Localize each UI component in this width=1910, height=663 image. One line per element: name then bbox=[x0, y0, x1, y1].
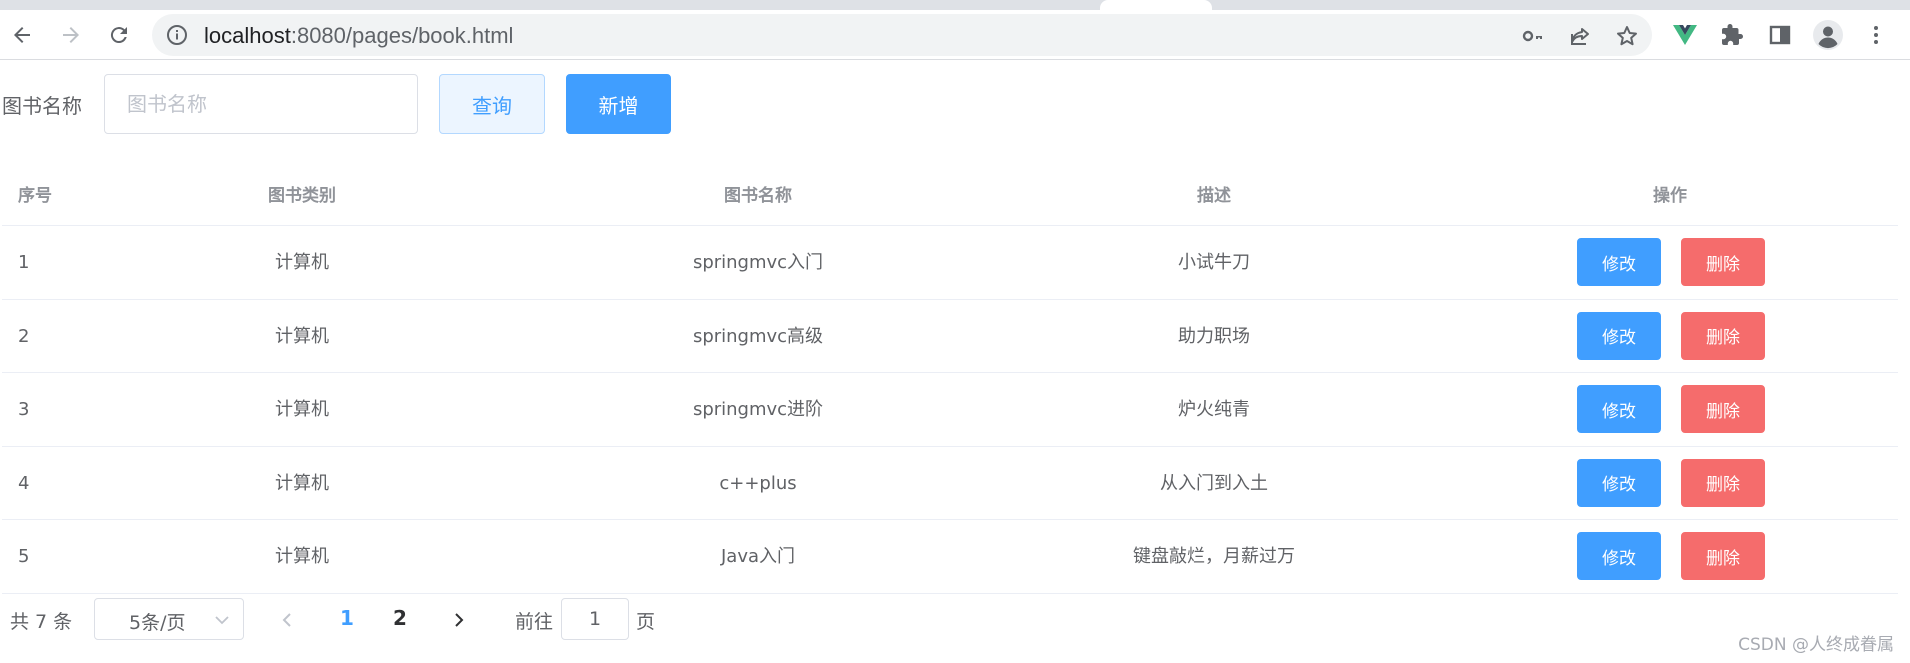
header-description: 描述 bbox=[1197, 186, 1231, 206]
edit-button[interactable]: 修改 bbox=[1577, 532, 1661, 580]
cell-index: 3 bbox=[18, 399, 30, 420]
side-panel-icon[interactable] bbox=[1763, 18, 1797, 52]
cell-index: 5 bbox=[18, 546, 30, 567]
cell-category: 计算机 bbox=[275, 252, 329, 273]
delete-button[interactable]: 删除 bbox=[1681, 385, 1765, 433]
more-vert-icon[interactable] bbox=[1859, 18, 1893, 52]
profile-icon[interactable] bbox=[1811, 18, 1845, 52]
info-icon[interactable] bbox=[166, 24, 188, 46]
page-size-select[interactable]: 5条/页 bbox=[94, 598, 244, 640]
page-size-value: 5条/页 bbox=[129, 612, 186, 634]
edit-button[interactable]: 修改 bbox=[1577, 311, 1661, 360]
cell-category: 计算机 bbox=[275, 546, 329, 567]
book-name-input[interactable] bbox=[104, 74, 418, 134]
watermark: CSDN @人终成眷属 bbox=[1738, 635, 1894, 655]
table-header: 序号 图书类别 图书名称 描述 操作 bbox=[2, 166, 1898, 226]
add-button[interactable]: 新增 bbox=[566, 74, 671, 134]
cell-book-name: springmvc高级 bbox=[692, 325, 824, 347]
url-text: localhost:8080/pages/book.html bbox=[204, 23, 513, 49]
delete-button[interactable]: 删除 bbox=[1681, 311, 1765, 360]
book-name-label: 图书名称 bbox=[2, 94, 82, 118]
cell-index: 1 bbox=[18, 252, 30, 273]
table-row: 5 计算机 Java入门 键盘敲烂，月薪过万 修改 删除 bbox=[2, 520, 1898, 594]
goto-page-input[interactable] bbox=[561, 598, 629, 640]
vue-devtools-icon[interactable] bbox=[1668, 18, 1702, 52]
cell-book-name: c++plus bbox=[719, 472, 797, 494]
cell-description: 小试牛刀 bbox=[1178, 252, 1250, 273]
cell-category: 计算机 bbox=[275, 399, 329, 420]
browser-toolbar: localhost:8080/pages/book.html bbox=[0, 10, 1910, 60]
cell-category: 计算机 bbox=[275, 325, 329, 347]
cell-description: 从入门到入土 bbox=[1160, 472, 1268, 494]
prev-page-icon[interactable] bbox=[276, 608, 300, 632]
cell-book-name: Java入门 bbox=[720, 546, 796, 567]
table-row: 2 计算机 springmvc高级 助力职场 修改 删除 bbox=[2, 300, 1898, 373]
cell-description: 键盘敲烂，月薪过万 bbox=[1133, 546, 1295, 567]
address-bar[interactable]: localhost:8080/pages/book.html bbox=[152, 14, 1652, 56]
cell-book-name: springmvc入门 bbox=[692, 252, 824, 273]
page-number-2[interactable]: 2 bbox=[393, 606, 407, 630]
cell-index: 2 bbox=[18, 325, 30, 347]
delete-button[interactable]: 删除 bbox=[1681, 238, 1765, 286]
active-tab[interactable] bbox=[1100, 0, 1212, 10]
url-path: :8080/pages/book.html bbox=[290, 23, 514, 48]
table-row: 3 计算机 springmvc进阶 炉火纯青 修改 删除 bbox=[2, 373, 1898, 447]
cell-description: 炉火纯青 bbox=[1178, 399, 1250, 420]
book-table: 序号 图书类别 图书名称 描述 操作 1 计算机 springmvc入门 小试牛… bbox=[2, 166, 1898, 594]
forward-arrow-icon[interactable] bbox=[54, 18, 88, 52]
star-icon[interactable] bbox=[1613, 22, 1641, 50]
search-form: 图书名称 查询 新增 bbox=[0, 74, 1000, 134]
total-count: 共 7 条 bbox=[10, 611, 73, 633]
cell-description: 助力职场 bbox=[1178, 325, 1250, 347]
goto-label: 前往 bbox=[515, 611, 554, 633]
cell-category: 计算机 bbox=[275, 472, 329, 494]
key-icon[interactable] bbox=[1519, 22, 1547, 50]
pagination: 共 7 条 5条/页 1 2 前往 页 bbox=[0, 598, 1000, 642]
header-index: 序号 bbox=[18, 186, 52, 206]
chevron-down-icon bbox=[213, 611, 231, 629]
page-number-1[interactable]: 1 bbox=[340, 606, 354, 630]
edit-button[interactable]: 修改 bbox=[1577, 385, 1661, 433]
header-category: 图书类别 bbox=[268, 186, 336, 206]
reload-icon[interactable] bbox=[102, 18, 136, 52]
cell-book-name: springmvc进阶 bbox=[692, 399, 824, 420]
next-page-icon[interactable] bbox=[446, 608, 470, 632]
table-row: 4 计算机 c++plus 从入门到入土 修改 删除 bbox=[2, 447, 1898, 520]
edit-button[interactable]: 修改 bbox=[1577, 458, 1661, 507]
query-button[interactable]: 查询 bbox=[439, 74, 545, 134]
tab-strip bbox=[0, 0, 1910, 10]
delete-button[interactable]: 删除 bbox=[1681, 532, 1765, 580]
page-suffix-label: 页 bbox=[636, 611, 656, 633]
back-arrow-icon[interactable] bbox=[5, 18, 39, 52]
puzzle-icon[interactable] bbox=[1715, 18, 1749, 52]
header-operations: 操作 bbox=[1653, 186, 1687, 206]
url-host: localhost bbox=[204, 23, 291, 48]
cell-index: 4 bbox=[18, 472, 30, 494]
table-row: 1 计算机 springmvc入门 小试牛刀 修改 删除 bbox=[2, 226, 1898, 300]
edit-button[interactable]: 修改 bbox=[1577, 238, 1661, 286]
header-book-name: 图书名称 bbox=[724, 186, 792, 206]
share-icon[interactable] bbox=[1566, 22, 1594, 50]
delete-button[interactable]: 删除 bbox=[1681, 458, 1765, 507]
